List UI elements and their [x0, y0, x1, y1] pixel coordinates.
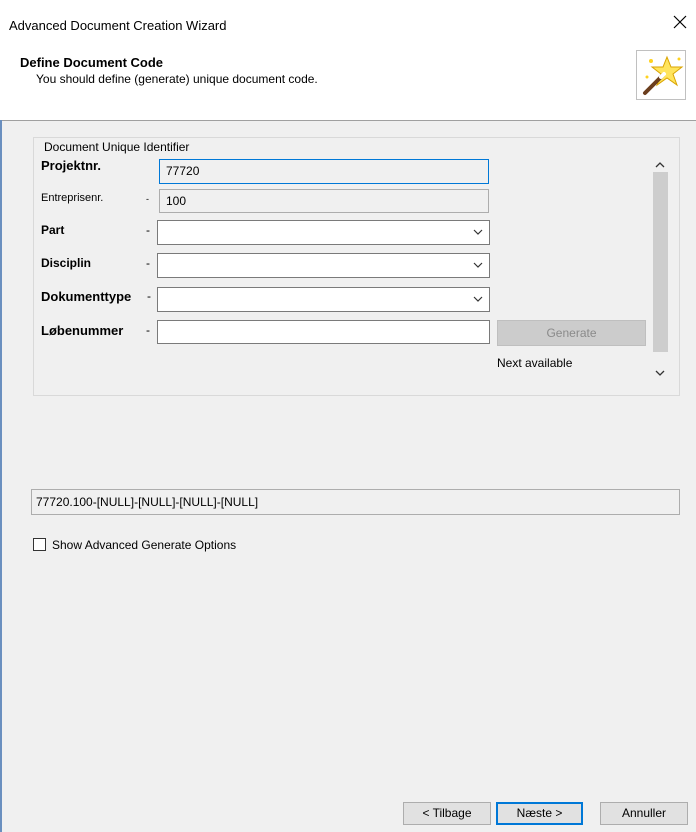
dokumenttype-dropdown[interactable]	[157, 287, 490, 312]
disciplin-dropdown[interactable]	[157, 253, 490, 278]
show-advanced-label[interactable]: Show Advanced Generate Options	[52, 538, 236, 552]
lobenummer-field[interactable]	[157, 320, 490, 344]
entreprisenr-label: Entreprisenr.	[41, 192, 104, 204]
scroll-down-icon[interactable]	[650, 365, 670, 381]
window-title: Advanced Document Creation Wizard	[9, 18, 227, 33]
entreprisenr-field[interactable]: 100	[159, 189, 489, 213]
disciplin-dash: -	[146, 256, 150, 270]
disciplin-label: Disciplin	[41, 256, 92, 270]
part-label: Part	[41, 223, 65, 237]
title-bar: Advanced Document Creation Wizard	[0, 0, 696, 40]
window-edge	[0, 120, 2, 832]
dokumenttype-label: Dokumenttype	[41, 289, 132, 304]
scroll-up-icon[interactable]	[650, 157, 670, 173]
entreprisenr-dash: -	[146, 194, 149, 204]
projektnr-field[interactable]: 77720	[159, 159, 489, 184]
generate-button[interactable]: Generate	[497, 320, 646, 346]
lobenummer-label: Løbenummer	[41, 323, 124, 338]
lobenummer-dash: -	[146, 323, 150, 337]
wizard-window: Advanced Document Creation Wizard Define…	[0, 0, 696, 832]
next-button[interactable]: Næste >	[496, 802, 583, 825]
next-available-label: Next available	[497, 356, 573, 370]
chevron-down-icon	[473, 229, 483, 235]
page-title: Define Document Code	[20, 55, 164, 70]
show-advanced-checkbox[interactable]	[33, 538, 46, 551]
projektnr-label: Projektnr.	[41, 158, 101, 173]
back-button[interactable]: < Tilbage	[403, 802, 491, 825]
magic-wand-star-icon	[636, 50, 686, 100]
wizard-header: Define Document Code You should define (…	[0, 40, 696, 121]
group-legend: Document Unique Identifier	[42, 140, 192, 154]
close-icon[interactable]	[672, 14, 688, 30]
chevron-down-icon	[473, 296, 483, 302]
cancel-button[interactable]: Annuller	[600, 802, 688, 825]
page-subtitle: You should define (generate) unique docu…	[36, 72, 318, 86]
part-dropdown[interactable]	[157, 220, 490, 245]
chevron-down-icon	[473, 262, 483, 268]
scrollbar-thumb[interactable]	[653, 172, 668, 352]
dokumenttype-dash: -	[147, 289, 151, 303]
part-dash: -	[146, 223, 150, 237]
document-code-preview: 77720.100-[NULL]-[NULL]-[NULL]-[NULL]	[31, 489, 680, 515]
